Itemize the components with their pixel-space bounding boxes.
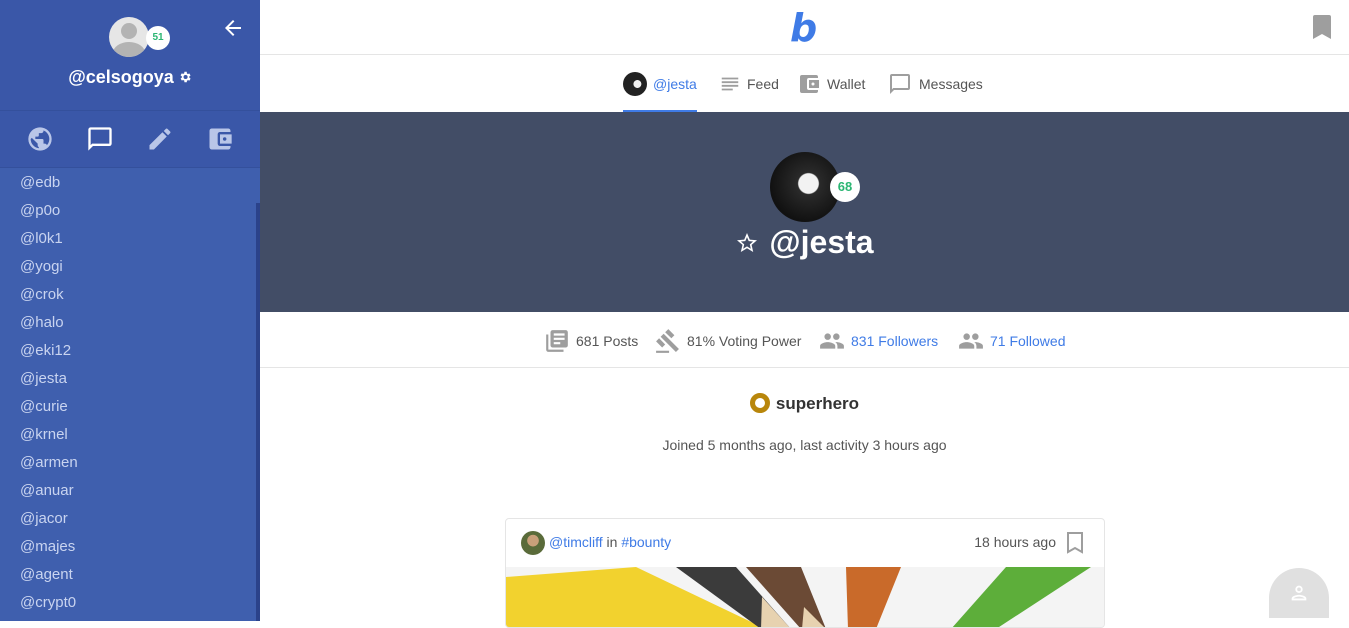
sidebar-account-item[interactable]: @krnel: [0, 421, 256, 449]
post-card[interactable]: @timcliff in #bounty 18 hours ago: [505, 518, 1105, 628]
reputation-badge: 68: [830, 172, 860, 202]
sidebar-username-text: @celsogoya: [68, 67, 174, 87]
chat-icon: [890, 74, 910, 94]
sidebar-account-item[interactable]: @anuar: [0, 477, 256, 505]
sidebar-account-item[interactable]: @l0k1: [0, 225, 256, 253]
sidebar-header: 51 @celsogoya: [0, 0, 260, 111]
stat-followed-label: 71 Followed: [990, 333, 1066, 349]
post-author-link[interactable]: @timcliff: [549, 534, 603, 550]
gear-icon[interactable]: [178, 70, 192, 84]
profile-name-text: @jesta: [769, 224, 874, 260]
sidebar-account-item[interactable]: @edb: [0, 169, 256, 197]
sidebar-account-item[interactable]: @eki12: [0, 337, 256, 365]
post-tag-link[interactable]: #bounty: [621, 534, 671, 550]
tab-messages-label: Messages: [919, 76, 983, 92]
back-arrow-icon[interactable]: [221, 16, 245, 40]
people-icon: [820, 333, 844, 349]
profile-name: @jesta: [260, 224, 1349, 261]
bookmark-icon[interactable]: [1313, 15, 1331, 39]
profile-banner: 68 @jesta: [260, 112, 1349, 312]
sidebar-account-item[interactable]: @majes: [0, 533, 256, 561]
person-icon: [1291, 585, 1307, 601]
bookmark-icon[interactable]: [1066, 532, 1084, 554]
stat-posts-label: 681 Posts: [576, 333, 639, 349]
globe-icon[interactable]: [26, 125, 54, 153]
post-in-label: in: [606, 534, 618, 550]
wallet-icon: [800, 75, 819, 93]
sidebar-account-item[interactable]: @jacor: [0, 505, 256, 533]
joined-info: Joined 5 months ago, last activity 3 hou…: [662, 437, 947, 453]
stat-voting-power-label: 81% Voting Power: [687, 333, 802, 349]
stat-voting-power: 81% Voting Power: [655, 328, 801, 354]
sidebar-account-item[interactable]: @halo: [0, 309, 256, 337]
sidebar-account-item[interactable]: @jesta: [0, 365, 256, 393]
star-icon[interactable]: [735, 231, 759, 255]
posts-icon: [546, 330, 568, 352]
sidebar-account-item[interactable]: @p0o: [0, 197, 256, 225]
user-badge: superhero: [260, 393, 1349, 414]
sidebar-account-item[interactable]: @agent: [0, 561, 256, 589]
profile-tabs: @jesta Feed Wallet Messages: [260, 56, 1349, 112]
sidebar-account-item[interactable]: @armen: [0, 449, 256, 477]
reputation-badge: 51: [146, 26, 170, 50]
tab-profile-label: @jesta: [653, 76, 697, 92]
avatar: [623, 72, 647, 96]
stat-followers[interactable]: 831 Followers: [819, 328, 938, 354]
sidebar-account-item[interactable]: @yogi: [0, 253, 256, 281]
badge-label: superhero: [775, 394, 860, 413]
badge-ring-icon: [749, 393, 770, 413]
top-bar: b: [260, 0, 1349, 55]
sidebar-username[interactable]: @celsogoya: [0, 67, 260, 88]
tab-feed-label: Feed: [747, 76, 779, 92]
profile-stats: 681 Posts 81% Voting Power 831 Followers…: [260, 312, 1349, 368]
tab-feed[interactable]: Feed: [719, 72, 779, 112]
account-fab[interactable]: [1269, 568, 1329, 618]
post-image[interactable]: [506, 567, 1104, 627]
sidebar-account-item[interactable]: @crypt0: [0, 589, 256, 617]
feed-icon: [721, 77, 739, 91]
sidebar-account-item[interactable]: @crok: [0, 281, 256, 309]
post-timestamp: 18 hours ago: [974, 534, 1056, 550]
tab-profile[interactable]: @jesta: [623, 72, 697, 112]
avatar[interactable]: [521, 531, 545, 555]
gavel-icon: [656, 329, 679, 353]
avatar[interactable]: [109, 17, 149, 57]
sidebar: 51 @celsogoya @edb @p0o @l0k1 @yogi @crok @ha…: [0, 0, 260, 621]
tab-wallet-label: Wallet: [827, 76, 866, 92]
stat-posts[interactable]: 681 Posts: [544, 328, 638, 354]
people-icon: [959, 333, 983, 349]
tab-wallet[interactable]: Wallet: [797, 72, 865, 112]
post-byline: @timcliff in #bounty: [549, 534, 671, 550]
pencil-icon[interactable]: [146, 125, 174, 153]
app-logo[interactable]: b: [790, 6, 817, 50]
stat-followers-label: 831 Followers: [851, 333, 939, 349]
chat-icon[interactable]: [86, 125, 114, 153]
stat-followed[interactable]: 71 Followed: [958, 328, 1066, 354]
tab-messages[interactable]: Messages: [887, 72, 983, 112]
sidebar-nav: [0, 111, 260, 168]
post-card-header: @timcliff in #bounty 18 hours ago: [506, 519, 1104, 567]
account-list: @edb @p0o @l0k1 @yogi @crok @halo @eki12 @jesta…: [0, 169, 256, 617]
pencils-image: [506, 567, 1091, 627]
wallet-icon[interactable]: [206, 125, 234, 153]
sidebar-account-item[interactable]: @curie: [0, 393, 256, 421]
